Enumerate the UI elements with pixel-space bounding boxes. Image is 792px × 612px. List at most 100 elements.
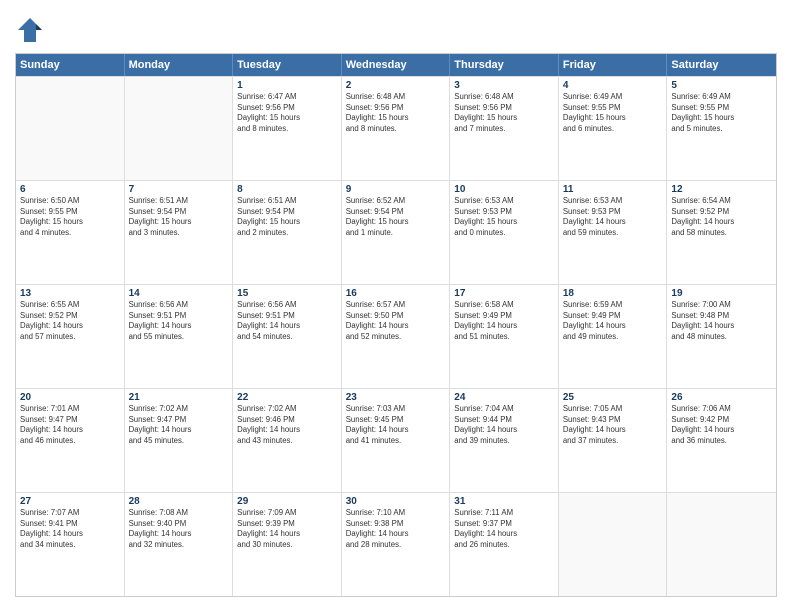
calendar-cell: 18Sunrise: 6:59 AM Sunset: 9:49 PM Dayli… <box>559 285 668 388</box>
calendar-cell: 10Sunrise: 6:53 AM Sunset: 9:53 PM Dayli… <box>450 181 559 284</box>
cell-info: Sunrise: 7:03 AM Sunset: 9:45 PM Dayligh… <box>346 404 446 446</box>
cell-day-number: 11 <box>563 184 663 195</box>
cell-day-number: 8 <box>237 184 337 195</box>
weekday-header: Friday <box>559 54 668 76</box>
weekday-header: Wednesday <box>342 54 451 76</box>
calendar-cell: 30Sunrise: 7:10 AM Sunset: 9:38 PM Dayli… <box>342 493 451 596</box>
cell-info: Sunrise: 6:53 AM Sunset: 9:53 PM Dayligh… <box>454 196 554 238</box>
cell-info: Sunrise: 6:55 AM Sunset: 9:52 PM Dayligh… <box>20 300 120 342</box>
cell-info: Sunrise: 6:47 AM Sunset: 9:56 PM Dayligh… <box>237 92 337 134</box>
cell-info: Sunrise: 6:49 AM Sunset: 9:55 PM Dayligh… <box>563 92 663 134</box>
cell-day-number: 30 <box>346 496 446 507</box>
cell-day-number: 13 <box>20 288 120 299</box>
calendar-cell: 19Sunrise: 7:00 AM Sunset: 9:48 PM Dayli… <box>667 285 776 388</box>
cell-day-number: 1 <box>237 80 337 91</box>
calendar-cell: 28Sunrise: 7:08 AM Sunset: 9:40 PM Dayli… <box>125 493 234 596</box>
calendar-cell <box>16 77 125 180</box>
cell-info: Sunrise: 6:48 AM Sunset: 9:56 PM Dayligh… <box>346 92 446 134</box>
cell-day-number: 24 <box>454 392 554 403</box>
cell-info: Sunrise: 6:51 AM Sunset: 9:54 PM Dayligh… <box>237 196 337 238</box>
cell-info: Sunrise: 6:48 AM Sunset: 9:56 PM Dayligh… <box>454 92 554 134</box>
cell-info: Sunrise: 7:07 AM Sunset: 9:41 PM Dayligh… <box>20 508 120 550</box>
cell-day-number: 18 <box>563 288 663 299</box>
cell-info: Sunrise: 7:08 AM Sunset: 9:40 PM Dayligh… <box>129 508 229 550</box>
calendar-row: 1Sunrise: 6:47 AM Sunset: 9:56 PM Daylig… <box>16 76 776 180</box>
cell-day-number: 29 <box>237 496 337 507</box>
weekday-header: Monday <box>125 54 234 76</box>
cell-info: Sunrise: 7:06 AM Sunset: 9:42 PM Dayligh… <box>671 404 772 446</box>
calendar-header: SundayMondayTuesdayWednesdayThursdayFrid… <box>16 54 776 76</box>
calendar-cell: 21Sunrise: 7:02 AM Sunset: 9:47 PM Dayli… <box>125 389 234 492</box>
calendar-cell: 8Sunrise: 6:51 AM Sunset: 9:54 PM Daylig… <box>233 181 342 284</box>
calendar-cell: 14Sunrise: 6:56 AM Sunset: 9:51 PM Dayli… <box>125 285 234 388</box>
calendar-cell: 25Sunrise: 7:05 AM Sunset: 9:43 PM Dayli… <box>559 389 668 492</box>
cell-info: Sunrise: 6:58 AM Sunset: 9:49 PM Dayligh… <box>454 300 554 342</box>
cell-day-number: 20 <box>20 392 120 403</box>
cell-day-number: 5 <box>671 80 772 91</box>
cell-info: Sunrise: 7:00 AM Sunset: 9:48 PM Dayligh… <box>671 300 772 342</box>
calendar: SundayMondayTuesdayWednesdayThursdayFrid… <box>15 53 777 597</box>
logo <box>15 15 49 45</box>
cell-info: Sunrise: 6:56 AM Sunset: 9:51 PM Dayligh… <box>237 300 337 342</box>
cell-info: Sunrise: 6:57 AM Sunset: 9:50 PM Dayligh… <box>346 300 446 342</box>
calendar-cell: 29Sunrise: 7:09 AM Sunset: 9:39 PM Dayli… <box>233 493 342 596</box>
calendar-cell: 11Sunrise: 6:53 AM Sunset: 9:53 PM Dayli… <box>559 181 668 284</box>
cell-day-number: 6 <box>20 184 120 195</box>
calendar-cell: 16Sunrise: 6:57 AM Sunset: 9:50 PM Dayli… <box>342 285 451 388</box>
cell-day-number: 12 <box>671 184 772 195</box>
cell-day-number: 22 <box>237 392 337 403</box>
cell-info: Sunrise: 6:56 AM Sunset: 9:51 PM Dayligh… <box>129 300 229 342</box>
cell-info: Sunrise: 6:53 AM Sunset: 9:53 PM Dayligh… <box>563 196 663 238</box>
calendar-cell: 26Sunrise: 7:06 AM Sunset: 9:42 PM Dayli… <box>667 389 776 492</box>
calendar-cell: 9Sunrise: 6:52 AM Sunset: 9:54 PM Daylig… <box>342 181 451 284</box>
cell-day-number: 21 <box>129 392 229 403</box>
calendar-row: 27Sunrise: 7:07 AM Sunset: 9:41 PM Dayli… <box>16 492 776 596</box>
cell-day-number: 19 <box>671 288 772 299</box>
calendar-cell: 2Sunrise: 6:48 AM Sunset: 9:56 PM Daylig… <box>342 77 451 180</box>
calendar-cell: 4Sunrise: 6:49 AM Sunset: 9:55 PM Daylig… <box>559 77 668 180</box>
cell-info: Sunrise: 7:02 AM Sunset: 9:46 PM Dayligh… <box>237 404 337 446</box>
cell-day-number: 25 <box>563 392 663 403</box>
cell-day-number: 28 <box>129 496 229 507</box>
cell-day-number: 14 <box>129 288 229 299</box>
cell-info: Sunrise: 7:02 AM Sunset: 9:47 PM Dayligh… <box>129 404 229 446</box>
calendar-cell <box>125 77 234 180</box>
cell-info: Sunrise: 7:05 AM Sunset: 9:43 PM Dayligh… <box>563 404 663 446</box>
cell-day-number: 10 <box>454 184 554 195</box>
cell-info: Sunrise: 7:09 AM Sunset: 9:39 PM Dayligh… <box>237 508 337 550</box>
weekday-header: Saturday <box>667 54 776 76</box>
calendar-cell: 15Sunrise: 6:56 AM Sunset: 9:51 PM Dayli… <box>233 285 342 388</box>
cell-day-number: 26 <box>671 392 772 403</box>
calendar-cell: 13Sunrise: 6:55 AM Sunset: 9:52 PM Dayli… <box>16 285 125 388</box>
cell-info: Sunrise: 6:50 AM Sunset: 9:55 PM Dayligh… <box>20 196 120 238</box>
calendar-cell: 5Sunrise: 6:49 AM Sunset: 9:55 PM Daylig… <box>667 77 776 180</box>
calendar-cell: 7Sunrise: 6:51 AM Sunset: 9:54 PM Daylig… <box>125 181 234 284</box>
calendar-cell <box>667 493 776 596</box>
calendar-cell: 20Sunrise: 7:01 AM Sunset: 9:47 PM Dayli… <box>16 389 125 492</box>
calendar-cell: 23Sunrise: 7:03 AM Sunset: 9:45 PM Dayli… <box>342 389 451 492</box>
calendar-row: 6Sunrise: 6:50 AM Sunset: 9:55 PM Daylig… <box>16 180 776 284</box>
cell-info: Sunrise: 6:54 AM Sunset: 9:52 PM Dayligh… <box>671 196 772 238</box>
calendar-cell: 1Sunrise: 6:47 AM Sunset: 9:56 PM Daylig… <box>233 77 342 180</box>
cell-info: Sunrise: 7:10 AM Sunset: 9:38 PM Dayligh… <box>346 508 446 550</box>
header <box>15 15 777 45</box>
calendar-cell: 3Sunrise: 6:48 AM Sunset: 9:56 PM Daylig… <box>450 77 559 180</box>
cell-info: Sunrise: 6:49 AM Sunset: 9:55 PM Dayligh… <box>671 92 772 134</box>
cell-day-number: 17 <box>454 288 554 299</box>
cell-info: Sunrise: 7:11 AM Sunset: 9:37 PM Dayligh… <box>454 508 554 550</box>
cell-day-number: 15 <box>237 288 337 299</box>
cell-day-number: 27 <box>20 496 120 507</box>
cell-day-number: 3 <box>454 80 554 91</box>
cell-day-number: 2 <box>346 80 446 91</box>
weekday-header: Sunday <box>16 54 125 76</box>
cell-day-number: 7 <box>129 184 229 195</box>
cell-info: Sunrise: 7:01 AM Sunset: 9:47 PM Dayligh… <box>20 404 120 446</box>
calendar-cell: 24Sunrise: 7:04 AM Sunset: 9:44 PM Dayli… <box>450 389 559 492</box>
calendar-body: 1Sunrise: 6:47 AM Sunset: 9:56 PM Daylig… <box>16 76 776 596</box>
page: SundayMondayTuesdayWednesdayThursdayFrid… <box>0 0 792 612</box>
logo-icon <box>15 15 45 45</box>
cell-info: Sunrise: 6:52 AM Sunset: 9:54 PM Dayligh… <box>346 196 446 238</box>
calendar-cell: 6Sunrise: 6:50 AM Sunset: 9:55 PM Daylig… <box>16 181 125 284</box>
calendar-cell <box>559 493 668 596</box>
calendar-row: 13Sunrise: 6:55 AM Sunset: 9:52 PM Dayli… <box>16 284 776 388</box>
